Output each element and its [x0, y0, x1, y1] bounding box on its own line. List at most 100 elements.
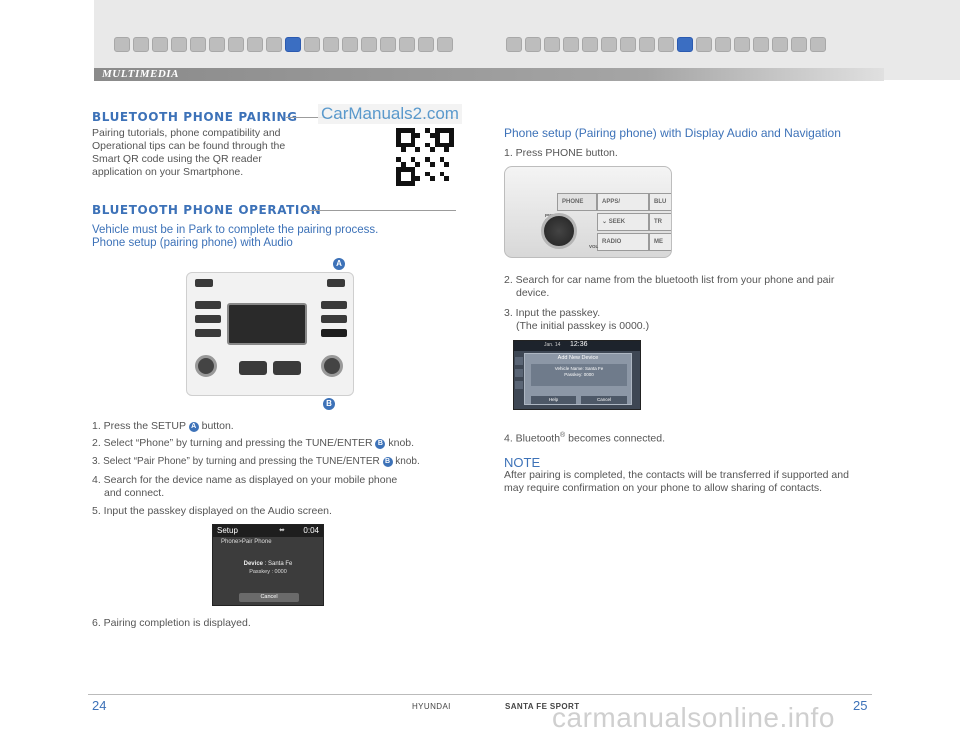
callout-b-badge: B: [375, 439, 386, 449]
callout-b-badge: B: [382, 457, 393, 467]
header-rule: [94, 68, 884, 81]
side-tab: [515, 357, 523, 365]
step-text: 2. Search for car name from the bluetoot…: [504, 274, 835, 286]
track-key: TR: [649, 213, 671, 231]
step-text: knob.: [385, 437, 415, 449]
bluetooth-icon: [677, 37, 693, 52]
side-tab: [515, 369, 523, 377]
audio-screen: [227, 303, 307, 345]
callout-a-badge: A: [188, 422, 199, 432]
dialog-body: Vehicle Name: Santa Fe Passkey: 0000: [531, 364, 627, 386]
feature-icon: [620, 37, 636, 52]
step-text: 4. Bluetooth: [504, 432, 561, 445]
operation-heading-rule: [306, 210, 456, 211]
callout-a: A: [333, 258, 345, 270]
note-line: After pairing is completed, the contacts…: [504, 469, 849, 481]
icon-strip-left: [114, 37, 453, 52]
feature-icon: [639, 37, 655, 52]
vol-label: VOL: [589, 244, 599, 249]
device-name-line: Device : Santa Fe: [213, 561, 323, 567]
feature-icon: [152, 37, 168, 52]
note-line: may require confirmation on your phone t…: [504, 482, 823, 494]
feature-icon: [734, 37, 750, 52]
dialog-title: Add New Device: [557, 355, 599, 361]
blu-key: BLU: [649, 193, 671, 211]
device-label: Device: [243, 561, 263, 567]
feature-icon: [209, 37, 225, 52]
pairing-line: Pairing tutorials, phone compatibility a…: [92, 127, 281, 139]
step-text: knob.: [392, 456, 420, 467]
navigation-head-unit-illustration: PHONE APPS/ BLU ⌄ SEEK TR RADIO ME PWR P…: [504, 166, 672, 258]
setup-hard-key: [321, 329, 347, 337]
power-volume-knob: [195, 355, 217, 377]
feature-icon: [399, 37, 415, 52]
step-6: 6. Pairing completion is displayed.: [92, 617, 472, 630]
step-text: (The initial passkey is 0000.): [516, 320, 650, 332]
audio-setup-screen-image: Setup ⬌ 0:04 Phone>Pair Phone Device : S…: [212, 524, 324, 606]
side-tab: [515, 381, 523, 389]
vehicle-name: Vehicle Name: Santa Fe: [554, 366, 604, 371]
seek-down-key: [239, 361, 267, 375]
pairing-line: Operational tips can be found through th…: [92, 140, 286, 152]
screen-date: Jan. 14: [544, 342, 561, 348]
media-hard-key: [195, 315, 221, 323]
callout-b: B: [323, 398, 335, 410]
step-text: becomes connected.: [565, 432, 666, 445]
feature-icon: [361, 37, 377, 52]
add-device-dialog: Add New Device Vehicle Name: Santa Fe Pa…: [524, 353, 632, 405]
eject-key: [195, 279, 213, 287]
seek-key: ⌄ SEEK: [597, 213, 649, 231]
step-text: 5. Input the passkey displayed on the Au…: [92, 505, 332, 517]
subtitle-line: Phone setup (pairing phone) with Audio: [92, 237, 293, 249]
clock-hard-key: [321, 301, 347, 309]
feature-icon: [228, 37, 244, 52]
device-value: : Santa Fe: [263, 561, 293, 567]
tune-enter-knob: [321, 355, 343, 377]
section-tab: MULTIMEDIA: [102, 68, 179, 80]
phone-hard-key: [195, 329, 221, 337]
operation-heading: BLUETOOTH PHONE OPERATION: [92, 203, 322, 217]
screen-title: Setup: [217, 526, 238, 535]
feature-icon: [437, 37, 453, 52]
screen-cancel-button: Cancel: [239, 593, 299, 602]
add-new-device-screen-image: Jan. 14 12:36 Add New Device Vehicle Nam…: [513, 340, 641, 410]
feature-icon: [544, 37, 560, 52]
right-step-2: 2. Search for car name from the bluetoot…: [504, 274, 874, 300]
step-text: 3. Input the passkey.: [504, 307, 601, 319]
bluetooth-icon: [285, 37, 301, 52]
feature-icon: [304, 37, 320, 52]
step-text: 3. Select “Pair Phone” by turning and pr…: [92, 456, 383, 467]
watermark-url: carmanualsonline.info: [552, 702, 835, 733]
disp-hard-key: [327, 279, 345, 287]
feature-icon: [342, 37, 358, 52]
seek-up-key: [273, 361, 301, 375]
dialog-passkey: Passkey: 0000: [564, 372, 594, 377]
audio-head-unit-illustration: [186, 272, 354, 396]
feature-icon: [525, 37, 541, 52]
qr-code[interactable]: [396, 128, 454, 186]
right-step-1: 1. Press PHONE button.: [504, 147, 618, 159]
feature-icon: [506, 37, 522, 52]
feature-icon: [563, 37, 579, 52]
feature-icon: [266, 37, 282, 52]
feature-icon: [171, 37, 187, 52]
feature-icon: [696, 37, 712, 52]
step-2: 2. Select “Phone” by turning and pressin…: [92, 437, 472, 450]
feature-icon: [601, 37, 617, 52]
footer-rule: [88, 694, 872, 695]
step-1: 1. Press the SETUP A button.: [92, 420, 472, 433]
operation-subtitle: Vehicle must be in Park to complete the …: [92, 224, 472, 250]
radio-key: RADIO: [597, 233, 649, 251]
feature-icon: [658, 37, 674, 52]
phone-key: PHONE: [557, 193, 597, 211]
feature-icon: [323, 37, 339, 52]
dialog-help-button: Help: [531, 396, 576, 404]
step-text: device.: [516, 287, 550, 299]
pairing-line: application on your Smartphone.: [92, 166, 244, 178]
step-3: 3. Select “Pair Phone” by turning and pr…: [92, 455, 472, 468]
radio-hard-key: [195, 301, 221, 309]
pairing-heading: BLUETOOTH PHONE PAIRING: [92, 110, 298, 124]
icon-strip-right: [506, 37, 826, 52]
step-5: 5. Input the passkey displayed on the Au…: [92, 505, 472, 518]
feature-icon: [114, 37, 130, 52]
